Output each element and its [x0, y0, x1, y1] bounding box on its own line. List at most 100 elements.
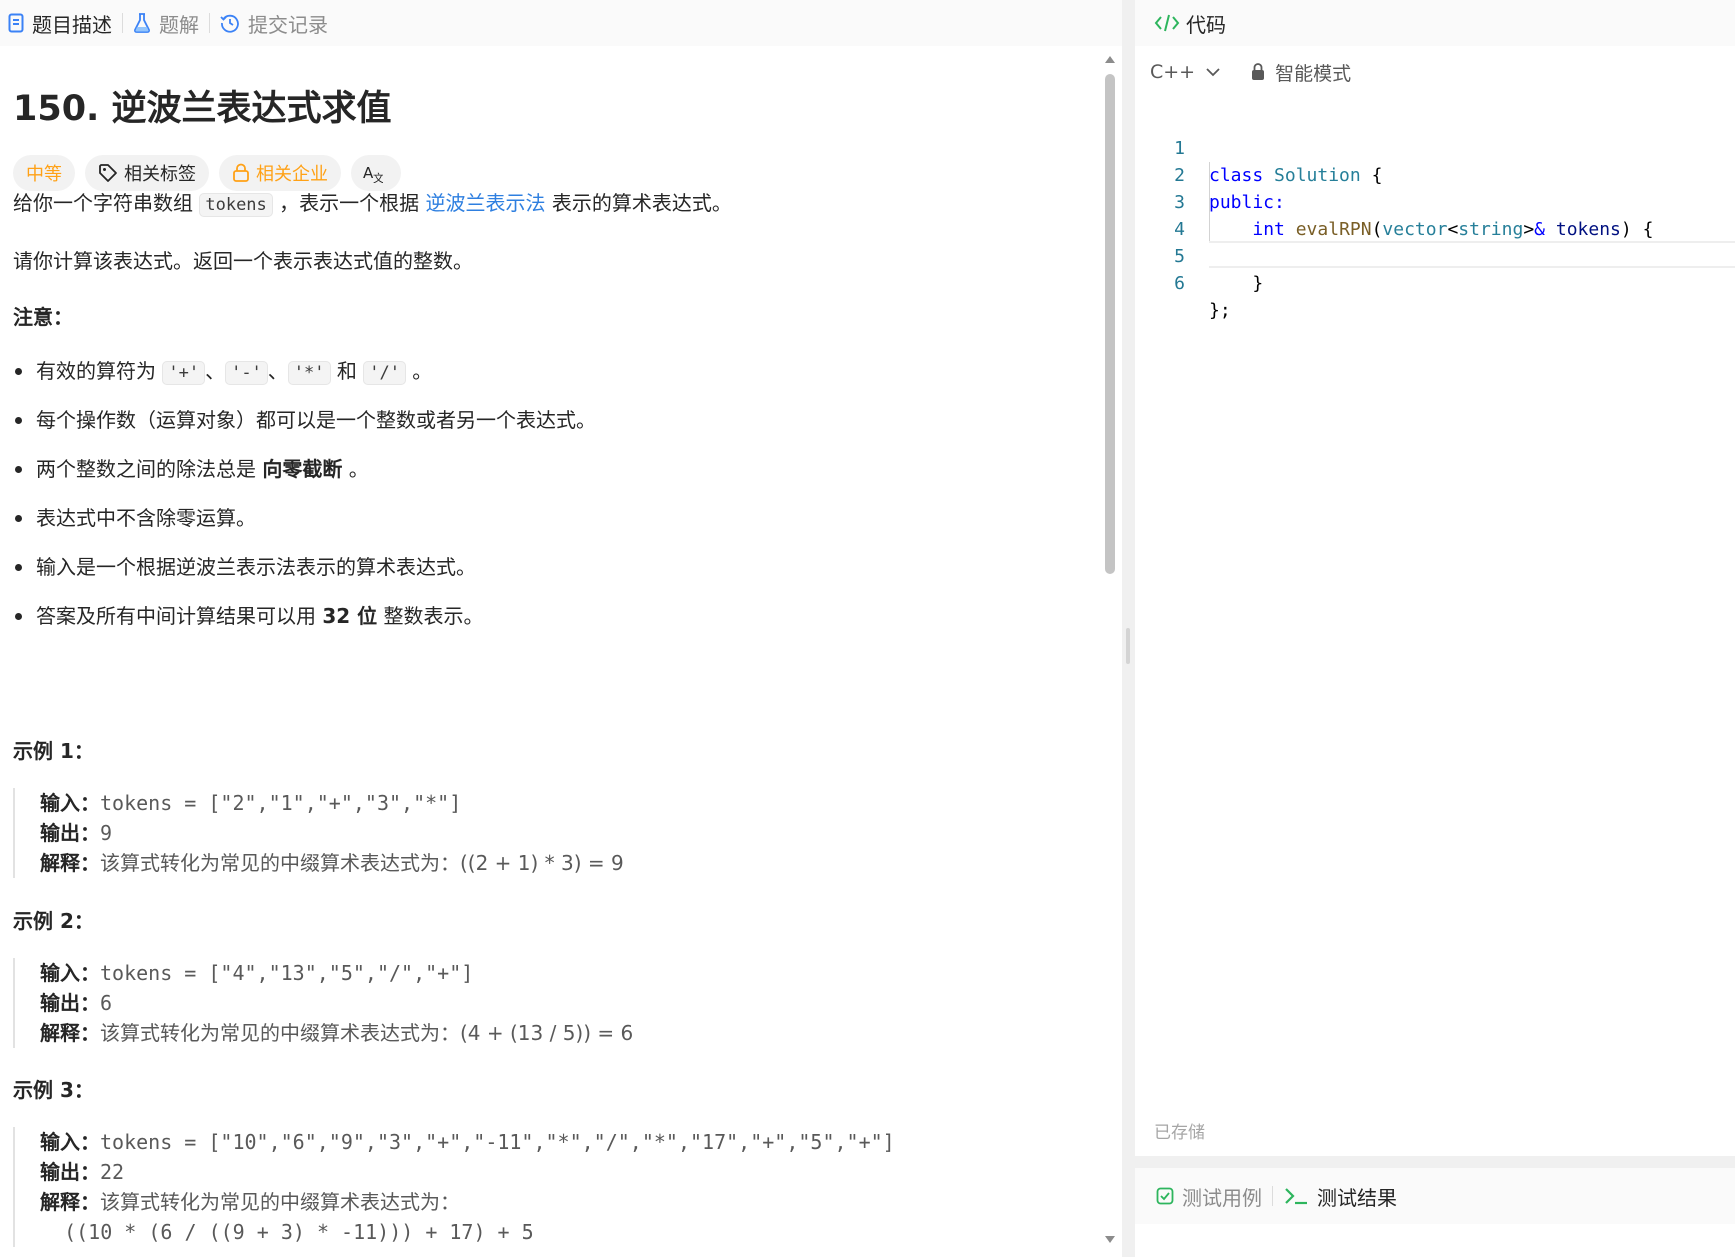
list-item: 表达式中不含除零运算。 — [13, 503, 1093, 533]
text-bold: 向零截断 — [262, 457, 343, 481]
editor-title: 代码 — [1186, 12, 1226, 37]
tab-test-result[interactable]: 测试结果 — [1273, 1173, 1407, 1219]
description-paragraph: 请你计算该表达式。返回一个表示表达式值的整数。 — [13, 249, 473, 273]
example-title: 示例 2： — [13, 909, 94, 933]
code-text: }; — [1209, 300, 1231, 321]
inline-code: '+' — [162, 361, 206, 385]
list-item: 有效的算符为 '+'、 '-'、 '*' 和 '/' 。 — [13, 356, 1093, 386]
rpn-link[interactable]: 逆波兰表示法 — [426, 191, 546, 215]
current-line-highlight — [1209, 266, 1735, 268]
mode-label: 智能模式 — [1275, 62, 1352, 85]
inline-code: '/' — [363, 361, 406, 385]
value: 22 — [100, 1160, 125, 1184]
tab-description-label: 题目描述 — [32, 12, 112, 37]
code-icon — [1154, 14, 1180, 32]
text: 两个整数之间的除法总是 — [36, 457, 263, 481]
chevron-down-icon — [1206, 68, 1220, 77]
save-status: 已存储 — [1154, 1123, 1205, 1143]
example-block: 输入：tokens = ["2","1","+","3","*"] 输出：9 解… — [13, 788, 624, 878]
companies-label: 相关企业 — [256, 164, 328, 185]
editor-toolbar: C++ 智能模式 — [1150, 56, 1351, 88]
list-item: 答案及所有中间计算结果可以用 32 位 整数表示。 — [13, 601, 1093, 631]
value: ((10 * (6 / ((9 + 3) * -11))) + 17) + 5 — [40, 1220, 534, 1244]
tab-submissions[interactable]: 提交记录 — [210, 0, 338, 46]
list-item: 两个整数之间的除法总是 向零截断 。 — [13, 454, 1093, 484]
scroll-down-arrow-icon[interactable] — [1105, 1236, 1115, 1243]
example-explain: 解释：该算式转化为常见的中缀算术表达式为：((2 + 1) * 3) = 9 — [40, 848, 624, 878]
svg-text:文: 文 — [373, 171, 383, 183]
value: tokens = ["4","13","5","/","+"] — [100, 961, 474, 985]
code-line: 1 class Solution { — [1135, 108, 1735, 186]
tab-submissions-label: 提交记录 — [248, 12, 328, 37]
indent-guide — [1209, 162, 1210, 243]
example-input: 输入：tokens = ["2","1","+","3","*"] — [40, 788, 624, 818]
line-number: 6 — [1174, 273, 1185, 294]
text: 。 — [405, 359, 433, 383]
text: 表示的算术表达式。 — [545, 191, 732, 215]
result-panel: 测试用例 测试结果 — [1135, 1168, 1735, 1257]
language-label: C++ — [1150, 61, 1196, 83]
example-explain-expression: ((10 * (6 / ((9 + 3) * -11))) + 17) + 5 — [40, 1217, 895, 1247]
code-line: 4 — [1135, 189, 1735, 240]
companies-button[interactable]: 相关企业 — [219, 155, 341, 191]
difficulty-label: 中等 — [26, 164, 62, 185]
flask-icon — [134, 13, 150, 33]
scroll-up-arrow-icon[interactable] — [1105, 56, 1115, 63]
label: 输出： — [40, 991, 100, 1015]
tab-testcase[interactable]: 测试用例 — [1135, 1173, 1272, 1219]
value: 该算式转化为常见的中缀算术表达式为：(4 + (13 / 5)) = 6 — [100, 1021, 634, 1045]
code-text: } — [1209, 273, 1264, 294]
example-block: 输入：tokens = ["4","13","5","/","+"] 输出：6 … — [13, 958, 633, 1048]
example-output: 输出：22 — [40, 1157, 895, 1187]
tab-solutions-label: 题解 — [159, 12, 199, 37]
value: tokens = ["10","6","9","3","+","-11","*"… — [100, 1130, 895, 1154]
page-title: 150. 逆波兰表达式求值 — [13, 89, 392, 129]
scrollbar-thumb[interactable] — [1105, 74, 1115, 574]
example-title: 示例 1： — [13, 739, 94, 763]
result-tabs: 测试用例 测试结果 — [1135, 1168, 1735, 1224]
example-input: 输入：tokens = ["10","6","9","3","+","-11",… — [40, 1127, 895, 1157]
list-item: 输入是一个根据逆波兰表示法表示的算术表达式。 — [13, 552, 1093, 582]
translate-button[interactable]: A 文 — [351, 155, 401, 191]
value: tokens = ["2","1","+","3","*"] — [100, 791, 462, 815]
language-select[interactable]: C++ — [1150, 61, 1221, 83]
problem-panel: 题目描述 题解 提交记录 150. 逆波兰表达式求值 中等 相关标签 相关企业 … — [0, 0, 1122, 1257]
inline-code: '*' — [287, 361, 331, 385]
label: 输出： — [40, 821, 100, 845]
tab-solutions[interactable]: 题解 — [123, 0, 209, 46]
value: 该算式转化为常见的中缀算术表达式为： — [100, 1190, 460, 1214]
tab-testcase-label: 测试用例 — [1182, 1185, 1262, 1210]
label: 解释： — [40, 1190, 100, 1214]
tab-description[interactable]: 题目描述 — [0, 0, 122, 46]
note-heading: 注意： — [13, 305, 73, 329]
lock-icon — [233, 163, 249, 182]
tags-label: 相关标签 — [124, 164, 196, 185]
terminal-icon — [1285, 1188, 1307, 1205]
example-explain: 解释：该算式转化为常见的中缀算术表达式为： — [40, 1187, 895, 1217]
current-line-highlight — [1209, 241, 1735, 243]
example-input: 输入：tokens = ["4","13","5","/","+"] — [40, 958, 633, 988]
code-editor[interactable]: 1 class Solution { 2 public: 3 int evalR… — [1135, 108, 1735, 321]
text: 和 — [330, 359, 364, 383]
smart-mode-button[interactable]: 智能模式 — [1251, 59, 1351, 86]
code-line: 5 } — [1135, 216, 1735, 294]
example-title: 示例 3： — [13, 1078, 94, 1102]
example-output: 输出：6 — [40, 988, 633, 1018]
label: 输入： — [40, 791, 100, 815]
notes-list: 有效的算符为 '+'、 '-'、 '*' 和 '/' 。 每个操作数（运算对象）都可… — [13, 356, 1093, 631]
description-paragraph: 给你一个字符串数组 tokens ，表示一个根据 逆波兰表示法 表示的算术表达式… — [13, 188, 1093, 220]
panel-resize-handle[interactable] — [1126, 628, 1130, 664]
text: 有效的算符为 — [36, 359, 163, 383]
text-bold: 32 位 — [322, 604, 378, 628]
tag-icon — [99, 164, 117, 182]
lock-icon — [1252, 63, 1265, 80]
inline-code: '-' — [225, 361, 268, 385]
tags-button[interactable]: 相关标签 — [85, 155, 209, 191]
label: 输入： — [40, 1130, 100, 1154]
history-icon — [220, 14, 239, 33]
editor-panel: 代码 C++ 智能模式 1 class Solution { 2 public:… — [1135, 0, 1735, 1156]
difficulty-badge[interactable]: 中等 — [13, 155, 75, 191]
problem-chips: 中等 相关标签 相关企业 A 文 — [13, 155, 1093, 191]
tab-test-result-label: 测试结果 — [1317, 1185, 1397, 1210]
editor-header: 代码 — [1135, 0, 1735, 46]
